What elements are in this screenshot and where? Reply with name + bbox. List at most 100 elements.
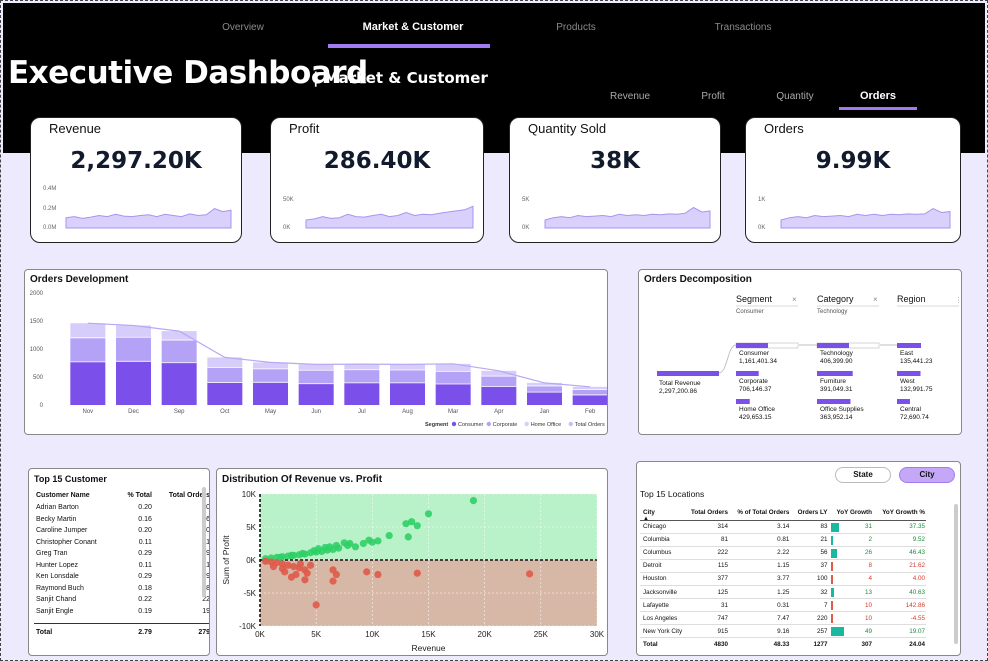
bar-home-office[interactable] xyxy=(298,364,334,371)
table-row[interactable]: Lafayette 31 0.31 7 10 142.86 xyxy=(640,598,926,613)
tab-products[interactable]: Products xyxy=(536,22,616,33)
table-row[interactable]: Los Angeles 747 7.47 220 10 -4.55 xyxy=(640,611,926,626)
decomp-bar[interactable] xyxy=(897,371,921,376)
table-row[interactable]: Christopher Conant 0.11 11 xyxy=(34,537,209,549)
table-row[interactable]: Becky Martin 0.16 16 xyxy=(34,514,209,526)
bar-corporate[interactable] xyxy=(70,337,106,362)
point-loss[interactable] xyxy=(526,570,534,578)
column-header[interactable]: Total Orders xyxy=(686,506,729,521)
kpi-card-profit[interactable]: Profit 286.40K 50K 0K xyxy=(270,117,484,243)
table-row[interactable]: Ken Lonsdale 0.29 29 xyxy=(34,571,209,583)
bar-home-office[interactable] xyxy=(344,364,380,370)
decomp-bar[interactable] xyxy=(897,399,910,404)
more-icon[interactable]: ⋮ xyxy=(955,297,962,304)
legend-label[interactable]: Corporate xyxy=(493,422,517,428)
point-loss[interactable] xyxy=(301,576,309,584)
table-row[interactable]: Greg Tran 0.29 29 xyxy=(34,548,209,560)
table-row[interactable]: Hunter Lopez 0.11 11 xyxy=(34,560,209,572)
bar-consumer[interactable] xyxy=(390,382,425,405)
bar-consumer[interactable] xyxy=(298,383,334,405)
legend-label[interactable]: Consumer xyxy=(458,422,484,428)
table-row[interactable]: Detroit 115 1.15 37 8 21.62 xyxy=(640,559,926,573)
scrollbar[interactable] xyxy=(202,487,206,597)
point-profit[interactable] xyxy=(314,545,323,553)
bar-consumer[interactable] xyxy=(70,361,106,405)
decomp-level-header[interactable]: Region xyxy=(897,294,926,304)
kpi-card-revenue[interactable]: Revenue 2,297.20K 0.4M 0.2M 0.0M xyxy=(30,117,242,243)
table-row[interactable]: Chicago 314 3.14 83 31 37.35 xyxy=(640,520,926,534)
tab-market-customer[interactable]: Market & Customer xyxy=(338,21,488,33)
column-header[interactable]: % Total xyxy=(117,488,154,502)
bar-corporate[interactable] xyxy=(527,385,562,393)
sort-ascending-icon[interactable]: ▲ xyxy=(643,516,649,522)
bar-corporate[interactable] xyxy=(435,371,471,384)
table-row[interactable]: New York City 915 9.16 257 49 19.07 xyxy=(640,624,926,639)
legend-label[interactable]: Home Office xyxy=(531,422,561,428)
decomp-level-header[interactable]: Category xyxy=(817,294,854,304)
table-row[interactable]: Columbia 81 0.81 21 2 9.52 xyxy=(640,533,926,547)
point-loss[interactable] xyxy=(296,560,305,568)
table-row[interactable]: Columbus 222 2.22 56 26 46.43 xyxy=(640,546,926,560)
bar-corporate[interactable] xyxy=(253,368,288,383)
table-row[interactable]: Raymond Buch 0.18 18 xyxy=(34,583,209,595)
bar-consumer[interactable] xyxy=(435,384,471,405)
bar-corporate[interactable] xyxy=(481,376,517,387)
decomp-bar[interactable] xyxy=(817,399,851,404)
point-profit[interactable] xyxy=(385,531,393,540)
column-header[interactable]: YoY Growth % xyxy=(872,506,926,521)
bar-home-office[interactable] xyxy=(572,386,608,390)
bar-corporate[interactable] xyxy=(390,370,425,383)
decomp-bar[interactable] xyxy=(736,399,750,404)
table-row[interactable]: Sanjit Chand 0.22 22 xyxy=(34,594,209,606)
bar-corporate[interactable] xyxy=(161,340,197,363)
close-icon[interactable]: × xyxy=(873,295,878,304)
bar-consumer[interactable] xyxy=(253,382,288,405)
point-loss[interactable] xyxy=(413,569,421,577)
scrollbar[interactable] xyxy=(954,504,958,644)
point-loss[interactable] xyxy=(278,564,287,573)
decomp-bar[interactable] xyxy=(897,343,921,348)
city-toggle[interactable]: City xyxy=(899,467,955,483)
subtab-profit[interactable]: Profit xyxy=(683,91,743,102)
legend-label[interactable]: Total Orders xyxy=(575,422,605,428)
bar-consumer[interactable] xyxy=(527,392,562,405)
point-loss[interactable] xyxy=(306,561,315,569)
point-loss[interactable] xyxy=(332,570,340,579)
subtab-revenue[interactable]: Revenue xyxy=(600,91,660,102)
bar-corporate[interactable] xyxy=(344,369,380,383)
bar-corporate[interactable] xyxy=(298,370,334,384)
decomp-bar[interactable] xyxy=(817,371,853,376)
table-row[interactable]: Jacksonville 125 1.25 32 13 40.63 xyxy=(640,585,926,600)
kpi-card-orders[interactable]: Orders 9.99K 1K 0K xyxy=(745,117,961,243)
table-row[interactable]: Houston 377 3.77 100 4 4.00 xyxy=(640,572,926,586)
decomp-bar[interactable] xyxy=(736,371,759,376)
column-header[interactable]: Orders LY xyxy=(790,506,829,521)
point-loss[interactable] xyxy=(287,573,296,581)
decomp-bar[interactable] xyxy=(817,343,849,348)
table-row[interactable]: Caroline Jumper 0.20 20 xyxy=(34,525,209,537)
bar-consumer[interactable] xyxy=(572,394,608,405)
bar-home-office[interactable] xyxy=(390,364,425,370)
point-loss[interactable] xyxy=(303,569,311,577)
point-profit[interactable] xyxy=(326,543,334,551)
bar-home-office[interactable] xyxy=(435,363,471,372)
tab-transactions[interactable]: Transactions xyxy=(703,22,783,33)
point-profit[interactable] xyxy=(404,533,412,541)
column-header[interactable]: % of Total Orders xyxy=(728,506,791,521)
point-profit[interactable] xyxy=(287,551,296,559)
bar-consumer[interactable] xyxy=(161,362,197,405)
point-profit[interactable] xyxy=(365,536,373,544)
point-profit[interactable] xyxy=(402,520,410,528)
bar-corporate[interactable] xyxy=(116,337,151,362)
subtab-orders[interactable]: Orders xyxy=(848,90,908,102)
bar-consumer[interactable] xyxy=(116,361,151,405)
decomp-level-header[interactable]: Segment xyxy=(736,294,773,304)
bar-consumer[interactable] xyxy=(207,382,243,405)
point-profit[interactable] xyxy=(469,497,478,505)
bar-corporate[interactable] xyxy=(572,389,608,395)
tab-overview[interactable]: Overview xyxy=(203,22,283,33)
kpi-card-quantity-sold[interactable]: Quantity Sold 38K 5K 0K xyxy=(509,117,721,243)
point-profit[interactable] xyxy=(413,522,421,530)
point-profit[interactable] xyxy=(299,549,307,557)
bar-consumer[interactable] xyxy=(344,382,380,405)
